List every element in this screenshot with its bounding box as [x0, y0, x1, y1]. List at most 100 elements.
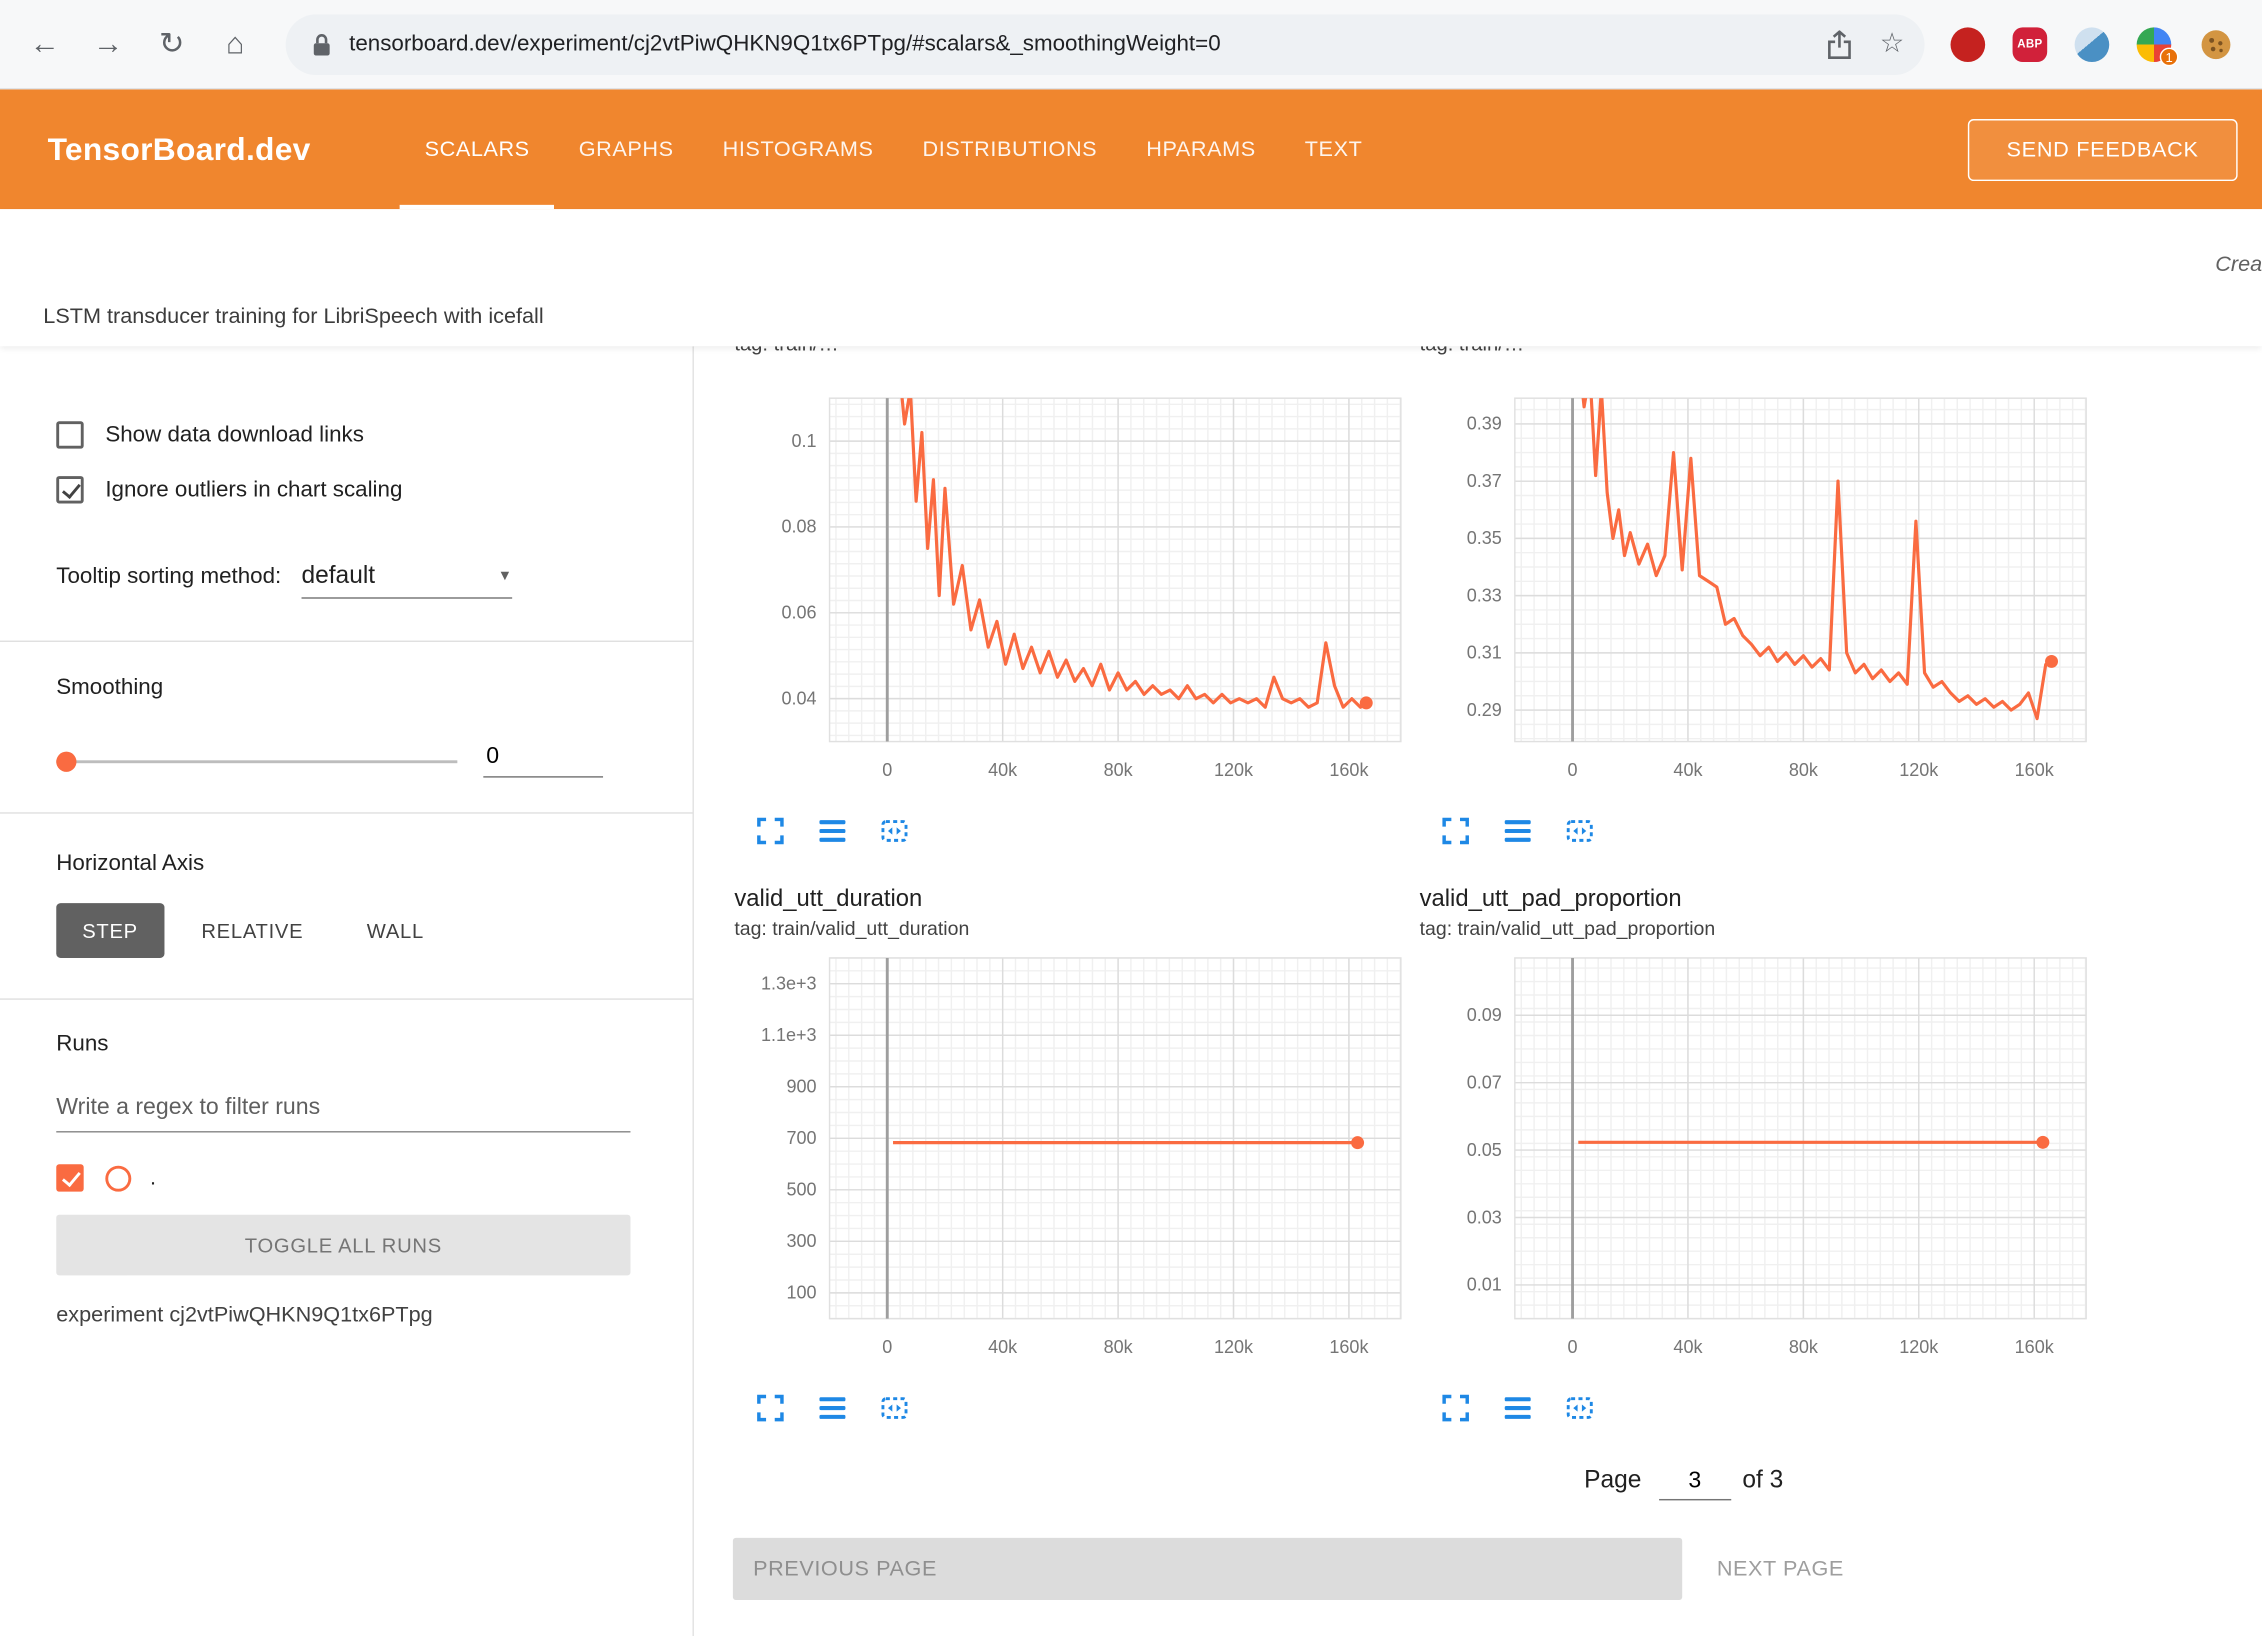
svg-text:0.09: 0.09: [1467, 1005, 1502, 1025]
axis-wall-button[interactable]: WALL: [341, 903, 450, 958]
fit-frame-icon[interactable]: [879, 1391, 911, 1426]
smoothing-label: Smoothing: [56, 675, 630, 701]
page-buttons: PREVIOUS PAGE NEXT PAGE: [733, 1538, 2262, 1600]
previous-page-button[interactable]: PREVIOUS PAGE: [733, 1538, 1682, 1600]
chart-canvas[interactable]: 0.010.030.050.070.09040k80k120k160k: [1420, 946, 2098, 1379]
runs-label: Runs: [56, 1032, 630, 1058]
expand-icon[interactable]: [755, 814, 787, 849]
run-checkbox[interactable]: [56, 1164, 83, 1191]
svg-text:1.1e+3: 1.1e+3: [761, 1025, 817, 1045]
svg-text:0.33: 0.33: [1467, 585, 1502, 605]
tensorboard-logo[interactable]: TensorBoard.dev: [48, 131, 311, 169]
svg-text:0.01: 0.01: [1467, 1275, 1502, 1295]
svg-text:40k: 40k: [1673, 1337, 1703, 1357]
svg-text:0.07: 0.07: [1467, 1072, 1502, 1092]
chart-canvas[interactable]: 1003005007009001.1e+31.3e+3040k80k120k16…: [734, 946, 1412, 1379]
experiment-subheader: Crea LSTM transducer training for LibriS…: [0, 209, 2262, 346]
svg-text:80k: 80k: [1789, 760, 1819, 780]
pagination: Page of 3: [1584, 1466, 2262, 1501]
expand-icon[interactable]: [1440, 814, 1472, 849]
svg-text:160k: 160k: [2015, 1337, 2055, 1357]
bookmark-star-icon[interactable]: ☆: [1880, 27, 1905, 60]
expand-icon[interactable]: [1440, 1391, 1472, 1426]
cookie-icon[interactable]: [2199, 27, 2234, 62]
ignore-outliers-label: Ignore outliers in chart scaling: [105, 477, 402, 503]
charts-main: tag: train/… 0.040.060.080.1040k80k120k1…: [694, 346, 2262, 1636]
svg-text:100: 100: [787, 1283, 817, 1303]
page-number-input[interactable]: [1659, 1469, 1731, 1501]
lines-icon[interactable]: [817, 1391, 849, 1426]
abp-extension-icon[interactable]: ABP: [2013, 27, 2048, 62]
svg-text:160k: 160k: [2015, 760, 2055, 780]
smoothing-slider[interactable]: [56, 749, 457, 772]
svg-text:300: 300: [787, 1231, 817, 1251]
ignore-outliers-checkbox[interactable]: [56, 476, 83, 503]
fit-frame-icon[interactable]: [1564, 814, 1596, 849]
svg-text:120k: 120k: [1214, 760, 1254, 780]
settings-sidebar: Show data download links Ignore outliers…: [0, 346, 694, 1636]
page: ← → ↻ ⌂ tensorboard.dev/experiment/cj2vt…: [0, 0, 2262, 1636]
svg-text:0.03: 0.03: [1467, 1207, 1502, 1227]
tooltip-sorting-row: Tooltip sorting method: default ▼: [56, 561, 630, 599]
next-page-button[interactable]: NEXT PAGE: [1717, 1557, 1844, 1582]
fit-frame-icon[interactable]: [879, 814, 911, 849]
slider-track: [56, 760, 457, 763]
lines-icon[interactable]: [1502, 1391, 1534, 1426]
slider-thumb[interactable]: [56, 751, 76, 771]
smoothing-value-input[interactable]: [483, 744, 603, 777]
extension-icons: ABP 1: [1939, 27, 2245, 62]
svg-text:80k: 80k: [1104, 1337, 1134, 1357]
chart-toolbar: [1420, 814, 2098, 849]
url-text: tensorboard.dev/experiment/cj2vtPiwQHKN9…: [349, 31, 1799, 57]
forward-icon[interactable]: →: [89, 27, 127, 62]
tab-hparams[interactable]: HPARAMS: [1122, 89, 1281, 209]
svg-text:80k: 80k: [1789, 1337, 1819, 1357]
svg-text:0: 0: [882, 760, 892, 780]
share-icon[interactable]: [1828, 30, 1851, 59]
lines-icon[interactable]: [817, 814, 849, 849]
svg-text:160k: 160k: [1329, 1337, 1369, 1357]
show-download-links-checkbox[interactable]: [56, 421, 83, 448]
svg-text:0.31: 0.31: [1467, 643, 1502, 663]
svg-text:40k: 40k: [988, 1337, 1018, 1357]
tab-scalars[interactable]: SCALARS: [400, 89, 554, 209]
tab-histograms[interactable]: HISTOGRAMS: [698, 89, 898, 209]
toggle-all-runs-button[interactable]: TOGGLE ALL RUNS: [56, 1215, 630, 1276]
svg-text:80k: 80k: [1104, 760, 1134, 780]
send-feedback-button[interactable]: SEND FEEDBACK: [1968, 118, 2238, 180]
chart-title: valid_utt_pad_proportion: [1420, 886, 2098, 918]
page-of-label: of 3: [1742, 1466, 1783, 1495]
url-bar[interactable]: tensorboard.dev/experiment/cj2vtPiwQHKN9…: [286, 14, 1925, 75]
tab-text[interactable]: TEXT: [1280, 89, 1387, 209]
globe-extension-icon[interactable]: [2075, 27, 2110, 62]
chart-title: valid_utt_duration: [734, 886, 1412, 918]
back-icon[interactable]: ←: [26, 27, 64, 62]
chart-canvas[interactable]: 0.040.060.080.1040k80k120k160k: [734, 369, 1412, 802]
horizontal-axis-label: Horizontal Axis: [56, 851, 630, 877]
chart-toolbar: [734, 814, 1412, 849]
chart-canvas[interactable]: 0.290.310.330.350.370.39040k80k120k160k: [1420, 369, 2098, 802]
svg-text:900: 900: [787, 1077, 817, 1097]
red-shield-extension-icon[interactable]: [1951, 27, 1986, 62]
axis-step-button[interactable]: STEP: [56, 903, 164, 958]
tab-distributions[interactable]: DISTRIBUTIONS: [898, 89, 1122, 209]
horizontal-axis-buttons: STEP RELATIVE WALL: [56, 903, 630, 958]
svg-text:0.35: 0.35: [1467, 528, 1502, 548]
fit-frame-icon[interactable]: [1564, 1391, 1596, 1426]
reload-icon[interactable]: ↻: [153, 26, 191, 62]
lines-icon[interactable]: [1502, 814, 1534, 849]
tab-graphs[interactable]: GRAPHS: [554, 89, 698, 209]
svg-text:700: 700: [787, 1128, 817, 1148]
home-icon[interactable]: ⌂: [216, 27, 254, 62]
expand-icon[interactable]: [755, 1391, 787, 1426]
svg-text:0.08: 0.08: [781, 517, 816, 537]
tooltip-sorting-dropdown[interactable]: default ▼: [301, 561, 512, 599]
clipped-chart-header: tag: train/…: [734, 346, 1412, 369]
runs-filter-input[interactable]: [56, 1095, 630, 1133]
profile-avatar-icon[interactable]: 1: [2137, 27, 2172, 62]
clipped-chart-header: tag: train/…: [1420, 346, 2098, 369]
chart-card: valid_utt_pad_proportion tag: train/vali…: [1420, 886, 2098, 1426]
charts-grid: tag: train/… 0.040.060.080.1040k80k120k1…: [694, 346, 2262, 1425]
axis-relative-button[interactable]: RELATIVE: [175, 903, 329, 958]
experiment-name: experiment cj2vtPiwQHKN9Q1tx6PTpg: [56, 1303, 630, 1328]
